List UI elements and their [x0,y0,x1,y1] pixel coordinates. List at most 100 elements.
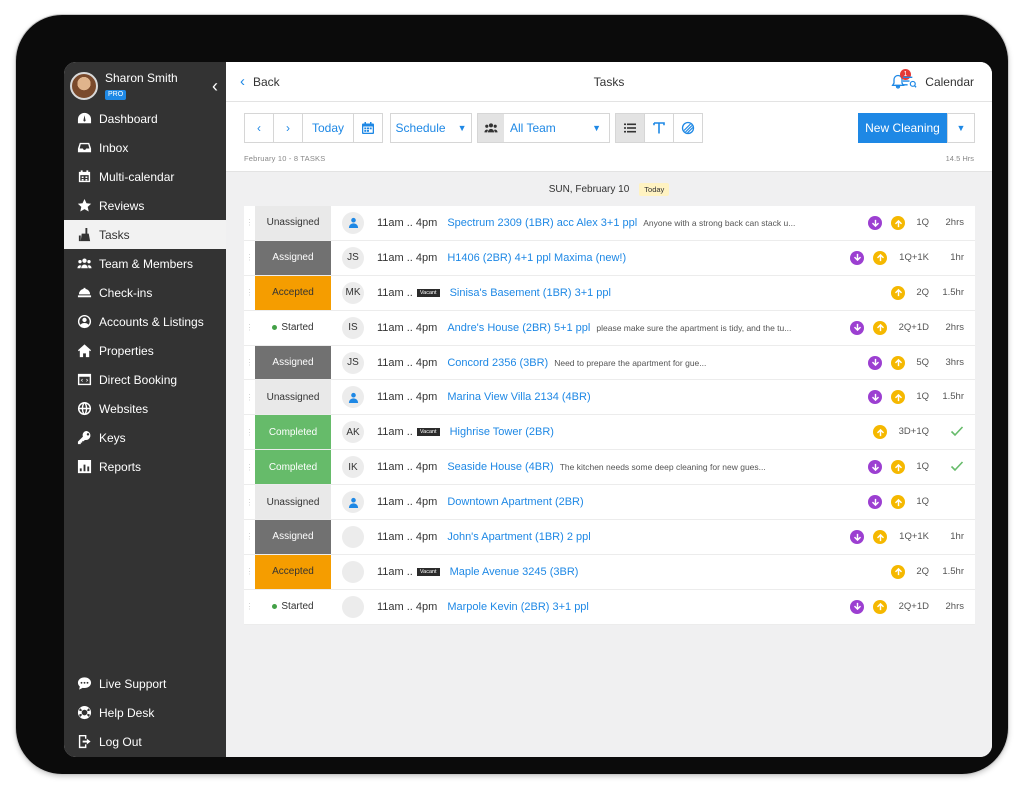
sidebar-item-dashboard[interactable]: Dashboard [64,104,226,133]
status-badge[interactable]: Started [255,589,331,624]
drag-handle-icon[interactable]: ⋮ [244,241,255,275]
property-link[interactable]: Marina View Villa 2134 (4BR) [447,391,590,403]
checkout-arrow-icon[interactable] [868,355,882,370]
property-link[interactable]: John's Apartment (1BR) 2 ppl [447,531,590,543]
next-day-button[interactable]: › [273,113,303,143]
checkin-arrow-icon[interactable] [891,216,905,230]
status-badge[interactable]: Completed [255,450,331,485]
property-link[interactable]: Maple Avenue 3245 (3BR) [450,566,579,578]
checkout-arrow-icon[interactable] [850,599,864,614]
sidebar-item-check-ins[interactable]: Check-ins [64,278,226,307]
checkin-arrow-icon[interactable] [873,530,887,545]
status-badge[interactable]: Assigned [255,520,331,554]
checkout-arrow-icon[interactable] [850,530,864,545]
filter-view-button[interactable] [673,113,703,143]
task-row[interactable]: ⋮ Unassigned 11am .. 4pm Marina View Villa … [244,380,975,416]
sidebar-item-tasks[interactable]: Tasks [64,220,226,249]
list-view-button[interactable] [615,113,645,143]
property-link[interactable]: Marpole Kevin (2BR) 3+1 ppl [447,601,589,613]
sidebar-item-live-support[interactable]: Live Support [64,669,226,698]
status-badge[interactable]: Started [255,310,331,345]
property-link[interactable]: Seaside House (4BR) [447,461,553,473]
assignee-avatar[interactable]: JS [342,351,364,374]
sidebar-item-log-out[interactable]: Log Out [64,727,226,756]
assign-person-icon[interactable] [342,386,364,409]
sidebar-item-websites[interactable]: Websites [64,394,226,423]
property-link[interactable]: Concord 2356 (3BR) [447,357,548,369]
team-select[interactable]: All Team ▼ [477,113,610,143]
task-row[interactable]: ⋮ Started IS 11am .. 4pm Andre's House (2BR)… [244,310,975,346]
property-link[interactable]: Andre's House (2BR) 5+1 ppl [447,322,590,334]
assignee-avatar[interactable]: AK [342,421,364,444]
drag-handle-icon[interactable]: ⋮ [244,450,255,484]
new-cleaning-button[interactable]: New Cleaning [858,113,947,143]
assignee-avatar[interactable] [342,560,364,583]
checkout-arrow-icon[interactable] [868,460,882,475]
sidebar-item-properties[interactable]: Properties [64,336,226,365]
status-badge[interactable]: Unassigned [255,206,331,240]
sidebar-item-direct-booking[interactable]: Direct Booking [64,365,226,394]
checkin-arrow-icon[interactable] [891,390,905,405]
calendar-link[interactable]: Calendar [902,75,974,89]
drag-handle-icon[interactable]: ⋮ [244,415,255,449]
assignee-avatar[interactable]: JS [342,246,364,269]
checkin-arrow-icon[interactable] [891,355,905,370]
assignee-avatar[interactable]: MK [342,281,364,304]
sidebar-item-team-members[interactable]: Team & Members [64,249,226,278]
drag-handle-icon[interactable]: ⋮ [244,590,255,624]
date-picker-button[interactable] [353,113,383,143]
checkin-arrow-icon[interactable] [873,599,887,614]
checkin-arrow-icon[interactable] [873,320,887,335]
drag-handle-icon[interactable]: ⋮ [244,555,255,589]
collapse-sidebar-icon[interactable]: ‹ [212,77,218,95]
property-link[interactable]: H1406 (2BR) 4+1 ppl Maxima (new!) [447,252,626,264]
task-row[interactable]: ⋮ Completed AK 11am .. Vacant Highrise Tower … [244,415,975,451]
view-select[interactable]: Schedule ▼ [390,113,472,143]
checkin-arrow-icon[interactable] [891,495,905,510]
drag-handle-icon[interactable]: ⋮ [244,206,255,240]
drag-handle-icon[interactable]: ⋮ [244,485,255,519]
checkout-arrow-icon[interactable] [868,495,882,510]
drag-handle-icon[interactable]: ⋮ [244,380,255,414]
task-row[interactable]: ⋮ Accepted 11am .. Vacant Maple Avenue 3245 … [244,554,975,590]
property-link[interactable]: Downtown Apartment (2BR) [447,496,583,508]
drag-handle-icon[interactable]: ⋮ [244,346,255,380]
sidebar-item-accounts-listings[interactable]: Accounts & Listings [64,307,226,336]
status-badge[interactable]: Completed [255,415,331,450]
checkin-arrow-icon[interactable] [873,250,887,265]
prev-day-button[interactable]: ‹ [244,113,274,143]
task-row[interactable]: ⋮ Assigned JS 11am .. 4pm H1406 (2BR) 4+1 pp… [244,240,975,276]
assign-person-icon[interactable] [342,211,364,234]
assignee-avatar[interactable]: IS [342,316,364,339]
drag-handle-icon[interactable]: ⋮ [244,520,255,554]
task-row[interactable]: ⋮ Accepted MK 11am .. Vacant Sinisa's Basemen… [244,275,975,311]
drag-handle-icon[interactable]: ⋮ [244,311,255,345]
checkout-arrow-icon[interactable] [868,216,882,230]
status-badge[interactable]: Accepted [255,275,331,310]
new-cleaning-dropdown[interactable]: ▼ [947,113,975,143]
assignee-avatar[interactable]: IK [342,456,364,479]
checkout-arrow-icon[interactable] [850,320,864,335]
assign-person-icon[interactable] [342,491,364,514]
sidebar-item-reviews[interactable]: Reviews [64,191,226,220]
sidebar-item-keys[interactable]: Keys [64,423,226,452]
checkin-arrow-icon[interactable] [891,285,905,300]
checkin-arrow-icon[interactable] [891,460,905,475]
checkin-arrow-icon[interactable] [873,425,887,440]
status-badge[interactable]: Assigned [255,240,331,275]
property-link[interactable]: Spectrum 2309 (1BR) acc Alex 3+1 ppl [447,217,637,229]
profile[interactable]: Sharon Smith PRO ‹ [64,62,226,104]
status-badge[interactable]: Assigned [255,345,331,380]
task-row[interactable]: ⋮ Started 11am .. 4pm Marpole Kevin (2BR) 3… [244,589,975,625]
assignee-avatar[interactable] [342,525,364,548]
task-row[interactable]: ⋮ Unassigned 11am .. 4pm Spectrum 2309 (1BR… [244,206,975,241]
sidebar-item-inbox[interactable]: Inbox [64,133,226,162]
checkout-arrow-icon[interactable] [850,250,864,265]
assignee-avatar[interactable] [342,595,364,618]
status-badge[interactable]: Unassigned [255,485,331,520]
task-row[interactable]: ⋮ Completed IK 11am .. 4pm Seaside House (4B… [244,450,975,486]
property-link[interactable]: Sinisa's Basement (1BR) 3+1 ppl [450,287,611,299]
text-view-button[interactable] [644,113,674,143]
sidebar-item-reports[interactable]: Reports [64,452,226,481]
today-button[interactable]: Today [302,113,354,143]
